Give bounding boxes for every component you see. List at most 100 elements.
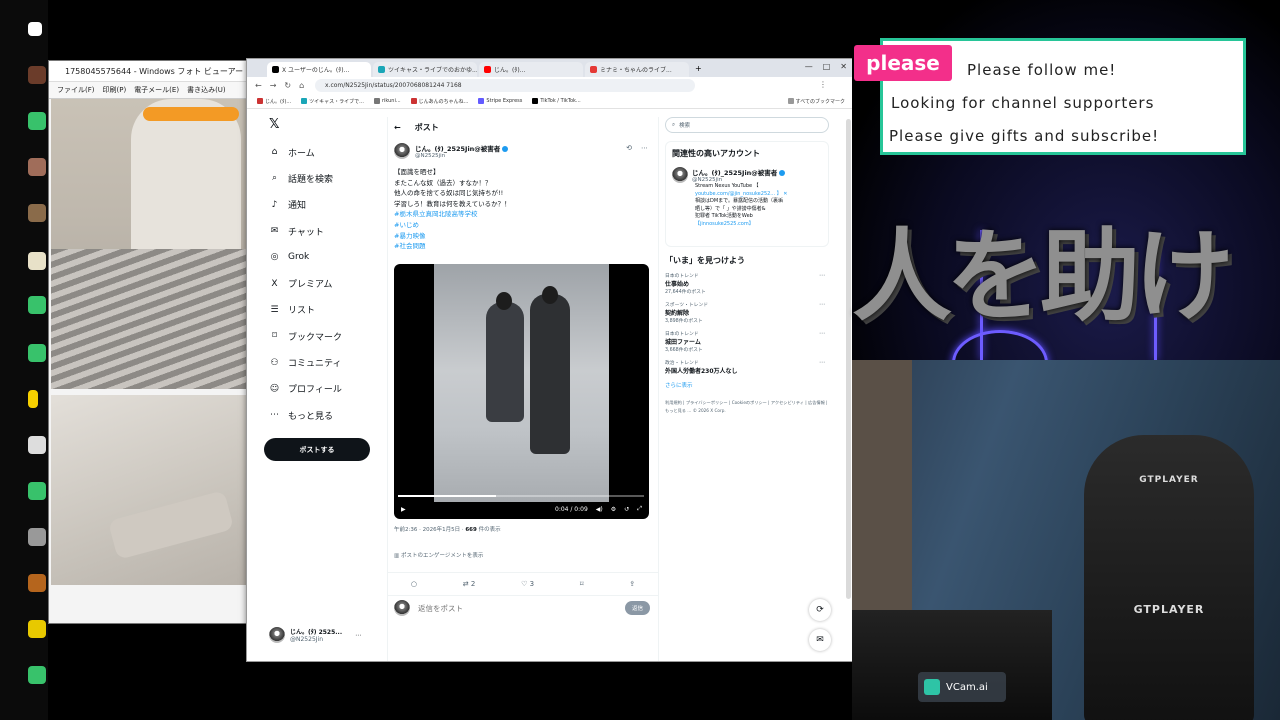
account-switcher[interactable]: じん。(ﾀ) 2525... @N2525Jin ⋯ (269, 627, 361, 643)
reply-input[interactable] (416, 602, 619, 614)
back-icon[interactable]: ← (255, 81, 262, 90)
nav-explore[interactable]: ⌕ 話題を検索 (269, 165, 389, 191)
nav-grok[interactable]: ◎ Grok (269, 244, 389, 270)
photo-viewer-titlebar[interactable]: 1758045575644 - Windows フォト ビューアー (49, 61, 249, 82)
app-icon[interactable] (28, 528, 46, 546)
like-button[interactable]: ♡ 3 (521, 580, 534, 588)
forward-icon[interactable]: → (270, 81, 277, 90)
post-timestamp[interactable]: 午前2:36 · 2026年1月5日 · (394, 527, 465, 533)
bookmark-item[interactable]: Stripe Express (478, 98, 522, 104)
line-icon[interactable] (28, 482, 46, 500)
app-icon[interactable] (28, 158, 46, 176)
app-icon[interactable] (28, 574, 46, 592)
bookmark-item[interactable]: じん。(ﾀ)... (257, 98, 291, 105)
nav-notifications[interactable]: ♪ 通知 (269, 192, 389, 218)
more-icon[interactable]: ⋯ (819, 272, 825, 279)
tab-x-post[interactable]: X ユーザーのじん。(ﾀ)... (267, 62, 371, 77)
trend-category: スポーツ・トレンド (665, 303, 709, 308)
more-icon[interactable]: ⋯ (819, 359, 825, 366)
back-arrow-icon[interactable]: ← (394, 123, 401, 132)
trend-item[interactable]: スポーツ・トレンド 契約解除 3,898件のポスト ⋯ (665, 301, 829, 324)
maximize-button[interactable]: □ (823, 62, 831, 71)
app-icon[interactable] (28, 390, 38, 408)
volume-icon[interactable]: ◀) (596, 506, 603, 513)
app-icon[interactable] (28, 252, 46, 270)
reload-icon[interactable]: ↻ (284, 81, 291, 90)
speaker-icon[interactable] (28, 22, 42, 36)
reply-button[interactable]: ○ (411, 580, 417, 588)
hashtag-link[interactable]: #社会問題 (394, 241, 511, 252)
loop-icon[interactable]: ↺ (624, 506, 629, 513)
scrollbar[interactable] (846, 119, 851, 599)
line-icon[interactable] (28, 112, 46, 130)
tab-youtube[interactable]: じん。(ﾀ)... (479, 62, 583, 77)
tab-twitcasting[interactable]: ツイキャス・ライブでのおかゆ... (373, 62, 477, 77)
trend-item[interactable]: 日本のトレンド 仕事始め 27,644件のポスト ⋯ (665, 272, 829, 295)
url-field[interactable]: x.com/N2525Jin/status/2007068081244 7168 (315, 79, 695, 92)
show-more-link[interactable]: さらに表示 (665, 381, 829, 389)
video-player[interactable]: ▶ 0:04 / 0:09 ◀) ⚙ ↺ ⤢ (394, 264, 649, 519)
engagement-link[interactable]: ▥ ポストのエンゲージメントを表示 (394, 551, 483, 559)
app-icon[interactable] (28, 436, 46, 454)
photo-viewer-window: 1758045575644 - Windows フォト ビューアー ファイル(F… (48, 60, 250, 624)
line-icon[interactable] (28, 296, 46, 314)
tab-live[interactable]: ミナミ・ちゃんのライブ... (585, 62, 689, 77)
minimize-button[interactable]: — (805, 62, 813, 71)
nav-chat[interactable]: ✉ チャット (269, 218, 389, 244)
line-icon[interactable] (28, 666, 46, 684)
x-logo-icon[interactable]: 𝕏 (269, 117, 279, 132)
line-icon[interactable] (28, 344, 46, 362)
post-button[interactable]: ポストする (264, 438, 370, 461)
nav-home[interactable]: ⌂ ホーム (269, 139, 389, 165)
nav-profile[interactable]: ☺ プロフィール (269, 376, 389, 402)
play-icon[interactable]: ▶ (401, 506, 406, 513)
menu-print[interactable]: 印刷(P) (103, 85, 127, 95)
bio-link[interactable]: youtube.com/@jin_nosuke252... 】 ✕ (695, 191, 822, 199)
menu-email[interactable]: 電子メール(E) (134, 85, 179, 95)
menu-burn[interactable]: 書き込み(U) (187, 85, 226, 95)
related-account[interactable]: じん。(ﾀ)_2525Jin@被害者 @N2525jin (672, 167, 822, 183)
reply-submit-button[interactable]: 返信 (624, 601, 650, 615)
close-button[interactable]: ✕ (840, 62, 847, 71)
more-icon[interactable]: ⋯ (641, 144, 648, 152)
new-tab-button[interactable]: + (695, 64, 702, 73)
share-button[interactable]: ⇪ (629, 580, 635, 588)
nav-lists[interactable]: ☰ リスト (269, 297, 389, 323)
bookmark-button[interactable]: ⌑ (580, 580, 584, 588)
more-icon[interactable]: ⋯ (819, 301, 825, 308)
bookmark-item[interactable]: ツイキャス・ライブで... (301, 98, 364, 105)
app-icon[interactable] (28, 620, 46, 638)
settings-icon[interactable]: ⚙ (611, 506, 616, 513)
messages-fab-button[interactable]: ✉ (809, 629, 831, 651)
bio-link[interactable]: 【jinnosuke2525.com】 (695, 221, 822, 229)
menu-file[interactable]: ファイル(F) (57, 85, 95, 95)
hashtag-link[interactable]: #栃木県立真岡北陵高等学校 (394, 209, 511, 220)
footer-links[interactable]: 利用規約 | プライバシーポリシー | Cookieのポリシー | アクセシビリ… (665, 399, 829, 415)
all-bookmarks[interactable]: すべてのブックマーク (787, 98, 845, 105)
video-progress[interactable] (398, 495, 644, 497)
app-icon[interactable] (28, 66, 46, 84)
more-icon[interactable]: ⋯ (819, 330, 825, 337)
bookmark-item[interactable]: じんあんのちゃんね... (410, 98, 468, 105)
grok-fab-button[interactable]: ⟳ (809, 599, 831, 621)
search-input[interactable]: ⌕ 検索 (665, 117, 829, 133)
trend-item[interactable]: 政治・トレンド 外国人労働者230万人なし ⋯ (665, 359, 829, 375)
nav-label: もっと見る (288, 411, 334, 422)
repost-button[interactable]: ⇄ 2 (463, 580, 476, 588)
extensions-icon[interactable]: ⋮ (819, 80, 827, 89)
post-author[interactable]: じん。(ﾀ)_2525Jin@被害者 @N2525jin (394, 143, 509, 159)
grok-icon[interactable]: ⟲ (626, 144, 632, 152)
home-icon[interactable]: ⌂ (299, 81, 304, 90)
bookmark-item[interactable]: rikuni... (373, 98, 401, 104)
app-icon[interactable] (28, 204, 46, 222)
bookmark-item[interactable]: TikTok / TikTok... (532, 98, 581, 104)
fullscreen-icon[interactable]: ⤢ (637, 505, 642, 513)
hashtag-link[interactable]: #暴力映像 (394, 231, 511, 242)
trend-item[interactable]: 日本のトレンド 城田ファーム 3,668件のポスト ⋯ (665, 330, 829, 353)
nav-bookmarks[interactable]: ⌑ ブックマーク (269, 323, 389, 349)
nav-more[interactable]: ⋯ もっと見る (269, 402, 389, 428)
nav-communities[interactable]: ⚇ コミュニティ (269, 349, 389, 375)
bio-line: Stream Nexus YouTube 【 (695, 183, 759, 189)
nav-premium[interactable]: X プレミアム (269, 270, 389, 296)
hashtag-link[interactable]: #いじめ (394, 220, 511, 231)
